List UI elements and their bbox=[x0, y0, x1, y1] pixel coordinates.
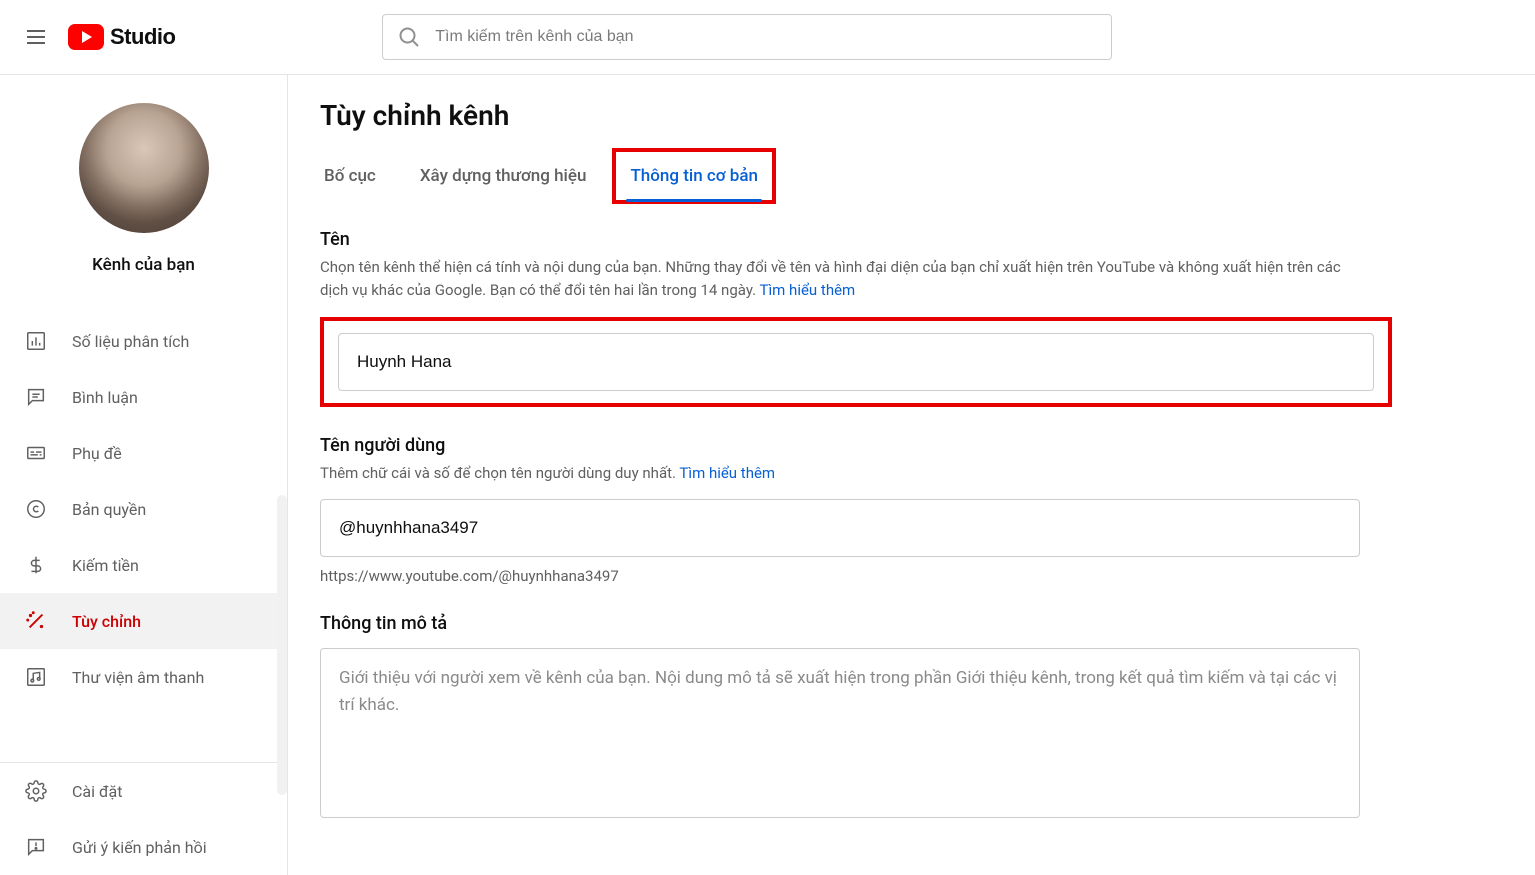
hamburger-menu-button[interactable] bbox=[16, 17, 56, 57]
search-icon bbox=[397, 25, 421, 49]
sidebar-scrollbar[interactable] bbox=[277, 495, 287, 795]
section-name-title: Tên bbox=[320, 229, 1503, 250]
section-name-desc: Chọn tên kênh thể hiện cá tính và nội du… bbox=[320, 256, 1360, 303]
sidebar-item-subtitles[interactable]: Phụ đề bbox=[0, 425, 287, 481]
sidebar-bottom: Cài đặt Gửi ý kiến phản hồi bbox=[0, 762, 287, 875]
name-field-highlight bbox=[320, 317, 1392, 407]
youtube-play-icon bbox=[68, 24, 104, 50]
section-handle-title: Tên người dùng bbox=[320, 435, 1503, 456]
channel-avatar[interactable] bbox=[79, 103, 209, 233]
channel-label: Kênh của bạn bbox=[92, 255, 195, 275]
tab-layout[interactable]: Bố cục bbox=[320, 152, 380, 200]
search-box[interactable] bbox=[382, 14, 1112, 60]
learn-more-link-handle[interactable]: Tìm hiểu thêm bbox=[679, 464, 775, 482]
sidebar-item-label: Gửi ý kiến phản hồi bbox=[72, 838, 207, 857]
sidebar-item-feedback[interactable]: Gửi ý kiến phản hồi bbox=[0, 819, 287, 875]
sidebar-item-customization[interactable]: Tùy chỉnh bbox=[0, 593, 287, 649]
analytics-icon bbox=[24, 329, 48, 353]
handle-input[interactable] bbox=[320, 499, 1360, 557]
sidebar-item-analytics[interactable]: Số liệu phân tích bbox=[0, 313, 287, 369]
menu-icon bbox=[24, 25, 48, 49]
main-content: Tùy chỉnh kênh Bố cục Xây dựng thương hi… bbox=[288, 75, 1535, 875]
feedback-icon bbox=[24, 835, 48, 859]
subtitles-icon bbox=[24, 441, 48, 465]
tabs: Bố cục Xây dựng thương hiệu Thông tin cơ… bbox=[320, 152, 1503, 201]
sidebar-item-label: Phụ đề bbox=[72, 444, 122, 463]
sidebar-item-label: Số liệu phân tích bbox=[72, 332, 189, 351]
sidebar-item-label: Bình luận bbox=[72, 388, 138, 407]
channel-block: Kênh của bạn bbox=[0, 75, 287, 295]
page-title: Tùy chỉnh kênh bbox=[320, 99, 1503, 132]
studio-logo[interactable]: Studio bbox=[68, 24, 175, 50]
sidebar-item-label: Bản quyền bbox=[72, 500, 146, 519]
learn-more-link[interactable]: Tìm hiểu thêm bbox=[760, 281, 856, 299]
studio-wordmark: Studio bbox=[110, 24, 175, 50]
comments-icon bbox=[24, 385, 48, 409]
sidebar-item-label: Tùy chỉnh bbox=[72, 612, 141, 631]
sidebar-item-audio-library[interactable]: Thư viện âm thanh bbox=[0, 649, 287, 705]
sidebar-item-settings[interactable]: Cài đặt bbox=[0, 763, 287, 819]
search-input[interactable] bbox=[435, 28, 1097, 46]
tab-branding[interactable]: Xây dựng thương hiệu bbox=[416, 152, 591, 200]
sidebar-nav: Số liệu phân tích Bình luận Phụ đề Bản q… bbox=[0, 313, 287, 705]
sidebar-item-copyright[interactable]: Bản quyền bbox=[0, 481, 287, 537]
tab-basic-info-highlight: Thông tin cơ bản bbox=[612, 148, 776, 204]
copyright-icon bbox=[24, 497, 48, 521]
channel-url: https://www.youtube.com/@huynhhana3497 bbox=[320, 567, 1503, 585]
sidebar-item-label: Thư viện âm thanh bbox=[72, 668, 204, 687]
sidebar-item-label: Cài đặt bbox=[72, 782, 122, 801]
sidebar-item-monetization[interactable]: Kiếm tiền bbox=[0, 537, 287, 593]
audio-library-icon bbox=[24, 665, 48, 689]
section-description-title: Thông tin mô tả bbox=[320, 613, 1503, 634]
sidebar: Kênh của bạn Số liệu phân tích Bình luận… bbox=[0, 75, 288, 875]
tab-basic-info[interactable]: Thông tin cơ bản bbox=[626, 152, 762, 200]
app-header: Studio bbox=[0, 0, 1535, 75]
channel-name-input[interactable] bbox=[338, 333, 1374, 391]
section-handle: Tên người dùng Thêm chữ cái và số để chọ… bbox=[320, 435, 1503, 585]
section-name: Tên Chọn tên kênh thể hiện cá tính và nộ… bbox=[320, 229, 1503, 407]
section-handle-desc-text: Thêm chữ cái và số để chọn tên người dùn… bbox=[320, 464, 679, 482]
magic-wand-icon bbox=[24, 609, 48, 633]
section-description: Thông tin mô tả bbox=[320, 613, 1503, 822]
sidebar-item-comments[interactable]: Bình luận bbox=[0, 369, 287, 425]
gear-icon bbox=[24, 779, 48, 803]
description-textarea[interactable] bbox=[320, 648, 1360, 818]
section-handle-desc: Thêm chữ cái và số để chọn tên người dùn… bbox=[320, 462, 1360, 485]
monetization-icon bbox=[24, 553, 48, 577]
sidebar-item-label: Kiếm tiền bbox=[72, 556, 139, 575]
